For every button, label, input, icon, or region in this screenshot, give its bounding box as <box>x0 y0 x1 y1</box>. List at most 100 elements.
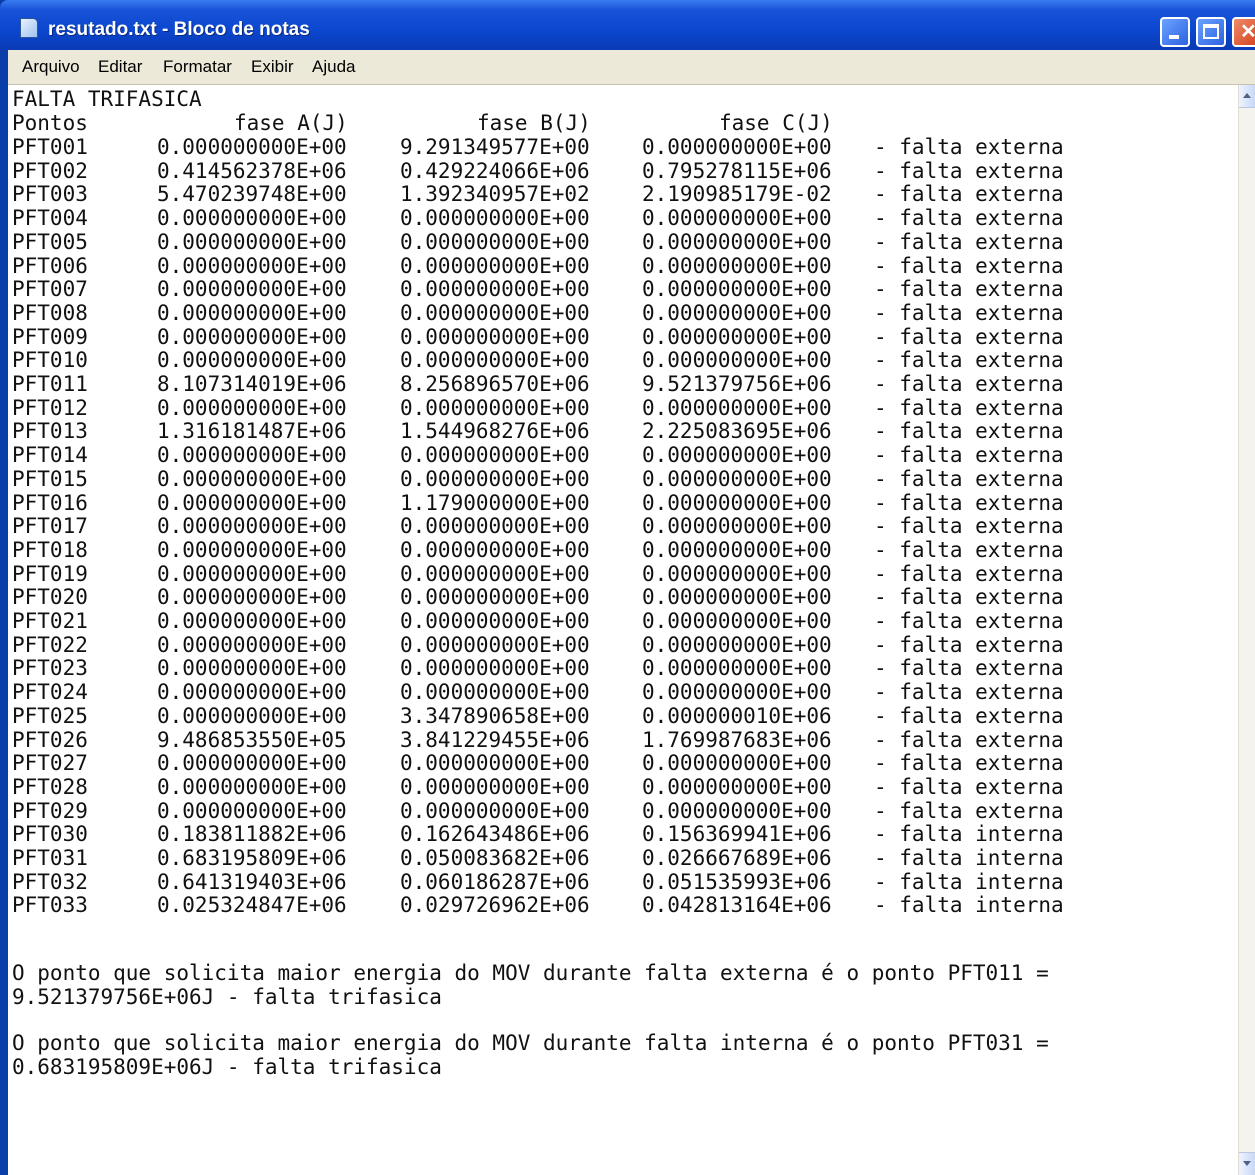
arrow-up-icon <box>1243 93 1251 98</box>
row-fase-b: 0.000000000E+00 <box>400 680 590 705</box>
row-point: PFT025 <box>12 703 88 728</box>
row-fase-b: 0.000000000E+00 <box>400 585 590 610</box>
row-fase-a: 0.000000000E+00 <box>157 585 347 610</box>
row-fase-c: 2.225083695E+06 <box>642 419 832 444</box>
row-fase-c: 0.795278115E+06 <box>642 158 832 183</box>
row-status: - falta interna <box>874 846 1064 870</box>
row-fase-c: 0.000000000E+00 <box>642 561 832 586</box>
row-fase-b: 0.000000000E+00 <box>400 443 590 468</box>
row-status: - falta externa <box>874 182 1064 207</box>
row-fase-b: 0.000000000E+00 <box>400 348 590 373</box>
row-fase-a: 0.000000000E+00 <box>157 751 347 776</box>
table-row: PFT009 0.000000000E+00 0.000000000E+00 0.00… <box>12 325 1212 349</box>
row-status: - falta interna <box>874 893 1064 918</box>
table-row: PFT033 0.025324847E+06 0.029726962E+06 0.04… <box>12 893 1212 917</box>
table-row: PFT031 0.683195809E+06 0.050083682E+06 0.02… <box>12 846 1212 870</box>
row-fase-c: 0.026667689E+06 <box>642 846 832 870</box>
table-row: PFT001 0.000000000E+00 9.291349577E+00 0.00… <box>12 135 1212 159</box>
menu-editar[interactable]: Editar <box>98 57 142 77</box>
row-fase-a: 0.025324847E+06 <box>157 893 347 918</box>
row-point: PFT017 <box>12 514 88 539</box>
row-fase-c: 0.000000010E+06 <box>642 703 832 728</box>
row-fase-c: 0.000000000E+00 <box>642 585 832 610</box>
title-bar[interactable]: resutado.txt - Bloco de notas ✕ <box>0 0 1255 50</box>
row-fase-c: 0.000000000E+00 <box>642 324 832 349</box>
scroll-up-button[interactable] <box>1239 85 1255 108</box>
close-button[interactable]: ✕ <box>1232 17 1255 47</box>
row-status: - falta externa <box>874 585 1064 610</box>
row-point: PFT009 <box>12 324 88 349</box>
column-header-row: Pontos fase A(J) fase B(J) fase C(J) <box>12 111 1212 135</box>
menu-arquivo[interactable]: Arquivo <box>22 57 80 77</box>
row-point: PFT030 <box>12 822 88 847</box>
row-fase-a: 0.000000000E+00 <box>157 680 347 705</box>
row-point: PFT024 <box>12 680 88 705</box>
row-status: - falta externa <box>874 206 1064 231</box>
row-fase-b: 0.060186287E+06 <box>400 869 590 894</box>
row-fase-b: 0.000000000E+00 <box>400 537 590 562</box>
summary-external-line1: O ponto que solicita maior energia do MO… <box>12 961 1049 985</box>
table-row: PFT021 0.000000000E+00 0.000000000E+00 0.00… <box>12 609 1212 633</box>
row-point: PFT007 <box>12 277 88 302</box>
row-fase-b: 0.000000000E+00 <box>400 609 590 633</box>
summary-internal-line1: O ponto que solicita maior energia do MO… <box>12 1031 1049 1055</box>
table-row: PFT011 8.107314019E+06 8.256896570E+06 9.52… <box>12 372 1212 396</box>
row-status: - falta externa <box>874 798 1064 823</box>
table-row: PFT005 0.000000000E+00 0.000000000E+00 0.00… <box>12 230 1212 254</box>
header-fase-c: fase C(J) <box>719 111 833 135</box>
row-point: PFT015 <box>12 466 88 491</box>
row-point: PFT026 <box>12 727 88 752</box>
row-status: - falta externa <box>874 372 1064 396</box>
row-fase-a: 0.000000000E+00 <box>157 277 347 302</box>
row-fase-c: 0.000000000E+00 <box>642 135 832 159</box>
row-fase-a: 0.000000000E+00 <box>157 135 347 159</box>
row-fase-b: 0.000000000E+00 <box>400 514 590 539</box>
menu-formatar[interactable]: Formatar <box>163 57 232 77</box>
header-fase-a: fase A(J) <box>234 111 348 135</box>
table-row: PFT027 0.000000000E+00 0.000000000E+00 0.00… <box>12 751 1212 775</box>
row-point: PFT005 <box>12 229 88 254</box>
row-fase-b: 0.000000000E+00 <box>400 300 590 325</box>
row-status: - falta externa <box>874 609 1064 633</box>
table-row: PFT018 0.000000000E+00 0.000000000E+00 0.00… <box>12 538 1212 562</box>
window-title: resutado.txt - Bloco de notas <box>48 19 310 40</box>
row-fase-a: 0.000000000E+00 <box>157 300 347 325</box>
row-status: - falta externa <box>874 537 1064 562</box>
row-fase-c: 0.000000000E+00 <box>642 680 832 705</box>
maximize-button[interactable] <box>1196 17 1226 47</box>
text-editor[interactable]: FALTA TRIFASICA Pontos fase A(J) fase B(… <box>8 85 1238 1175</box>
row-point: PFT022 <box>12 632 88 657</box>
scroll-down-button[interactable] <box>1239 1152 1255 1175</box>
row-fase-b: 0.050083682E+06 <box>400 846 590 870</box>
row-status: - falta externa <box>874 561 1064 586</box>
row-fase-a: 0.000000000E+00 <box>157 703 347 728</box>
table-row: PFT006 0.000000000E+00 0.000000000E+00 0.00… <box>12 254 1212 278</box>
row-fase-a: 0.000000000E+00 <box>157 632 347 657</box>
table-row: PFT024 0.000000000E+00 0.000000000E+00 0.00… <box>12 680 1212 704</box>
row-fase-b: 0.000000000E+00 <box>400 277 590 302</box>
table-row: PFT020 0.000000000E+00 0.000000000E+00 0.00… <box>12 585 1212 609</box>
row-status: - falta externa <box>874 514 1064 539</box>
table-row: PFT008 0.000000000E+00 0.000000000E+00 0.00… <box>12 301 1212 325</box>
minimize-button[interactable] <box>1160 17 1190 47</box>
row-status: - falta externa <box>874 443 1064 468</box>
row-fase-c: 0.000000000E+00 <box>642 514 832 539</box>
table-row: PFT022 0.000000000E+00 0.000000000E+00 0.00… <box>12 633 1212 657</box>
table-row: PFT015 0.000000000E+00 0.000000000E+00 0.00… <box>12 467 1212 491</box>
row-fase-c: 0.000000000E+00 <box>642 229 832 254</box>
summary-external-line2: 9.521379756E+06J - falta trifasica <box>12 985 442 1009</box>
row-status: - falta externa <box>874 395 1064 420</box>
table-row: PFT003 5.470239748E+00 1.392340957E+02 2.19… <box>12 182 1212 206</box>
row-status: - falta externa <box>874 135 1064 159</box>
row-fase-b: 0.000000000E+00 <box>400 395 590 420</box>
row-point: PFT033 <box>12 893 88 918</box>
row-fase-a: 0.414562378E+06 <box>157 158 347 183</box>
row-fase-c: 0.000000000E+00 <box>642 466 832 491</box>
row-fase-b: 0.000000000E+00 <box>400 632 590 657</box>
row-status: - falta externa <box>874 656 1064 681</box>
menu-ajuda[interactable]: Ajuda <box>312 57 355 77</box>
table-row: PFT014 0.000000000E+00 0.000000000E+00 0.00… <box>12 443 1212 467</box>
menu-exibir[interactable]: Exibir <box>251 57 294 77</box>
vertical-scrollbar[interactable] <box>1238 85 1255 1175</box>
row-status: - falta externa <box>874 751 1064 776</box>
